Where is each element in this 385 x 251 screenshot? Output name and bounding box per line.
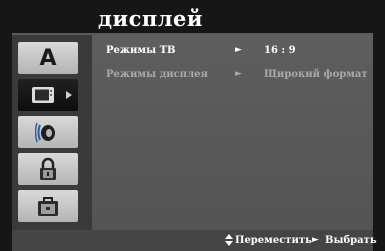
select-hint: Выбрать (325, 235, 377, 246)
page-title: дисплей (98, 6, 203, 31)
menu-row-value: Щирокий формат (264, 69, 368, 80)
move-hint: Переместить (235, 235, 312, 246)
menu-row-value: 16 : 9 (264, 45, 296, 56)
tv-screen-icon (32, 87, 54, 103)
letter-a-icon: A (39, 45, 57, 71)
speaker-wave-icon (35, 122, 55, 143)
up-down-arrows-icon (225, 234, 233, 246)
help-bar: Переместить ► Выбрать (12, 230, 377, 251)
menu-row-display-mode[interactable]: Режимы дисплея ► Щирокий формат (92, 69, 373, 83)
tab-audio[interactable] (18, 116, 78, 148)
pointer-arrow-icon: ► (235, 45, 242, 55)
briefcase-icon (38, 197, 58, 216)
menu-row-label: Режимы ТВ (106, 45, 176, 56)
tab-display[interactable] (18, 79, 78, 111)
tab-other[interactable] (18, 190, 78, 222)
menu-row-label: Режимы дисплея (106, 69, 208, 80)
settings-panel: Режимы ТВ ► 16 : 9 Режимы дисплея ► Щиро… (92, 35, 373, 230)
menu-row-tv-mode[interactable]: Режимы ТВ ► 16 : 9 (92, 45, 373, 59)
selected-arrow-icon (66, 91, 72, 99)
sidebar: A (12, 35, 92, 230)
tab-lock[interactable] (18, 153, 78, 185)
tab-language[interactable]: A (18, 42, 78, 74)
right-arrow-icon: ► (312, 235, 319, 245)
padlock-icon (40, 157, 56, 180)
pointer-arrow-icon: ► (235, 69, 242, 79)
